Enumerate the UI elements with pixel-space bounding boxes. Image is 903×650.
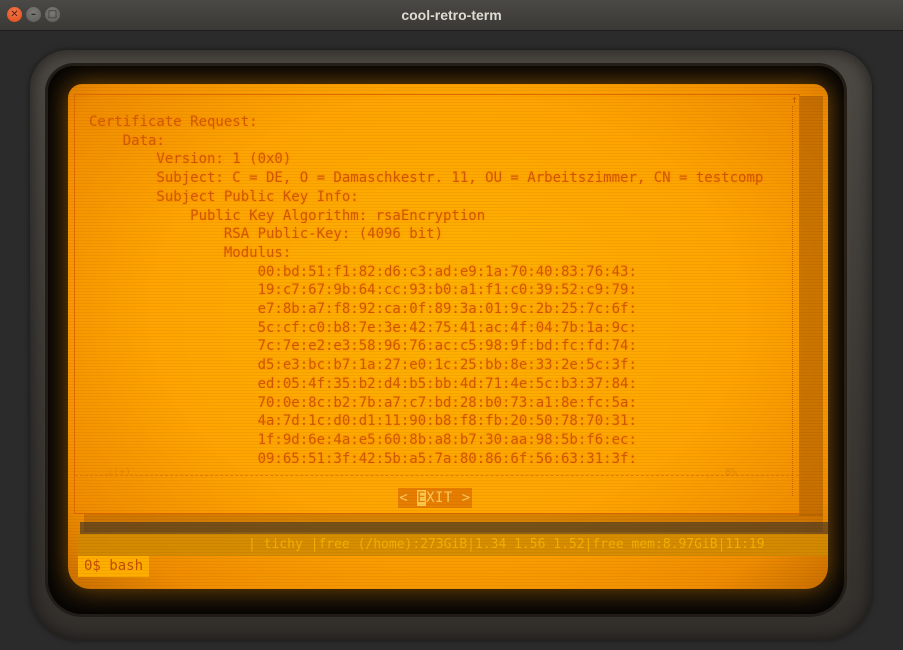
exit-prefix: < — [399, 490, 418, 506]
certificate-line: Certificate Request: — [89, 114, 258, 130]
certificate-line: 70:0e:8c:b2:7b:a7:c7:bd:28:b0:73:a1:8e:f… — [89, 394, 637, 411]
certificate-line: e7:8b:a7:f8:92:ca:0f:89:3a:01:9c:2b:25:7… — [89, 301, 637, 318]
certificate-text[interactable]: Certificate Request: Data: Version: 1 (0… — [89, 113, 794, 473]
window-title: cool-retro-term — [401, 7, 502, 23]
tmux-status-text: | tichy |free (/home):273GiB|1.34 1.56 1… — [248, 537, 765, 552]
certificate-line: d5:e3:bc:b7:1a:27:e0:1c:25:bb:8e:33:2e:5… — [89, 357, 637, 374]
certificate-line: 09:65:51:3f:42:5b:a5:7a:80:86:6f:56:63:3… — [89, 450, 637, 467]
terminal-dark-band — [80, 522, 828, 534]
text-cursor: E — [417, 490, 427, 506]
certificate-line: Version: 1 (0x0) — [89, 151, 292, 168]
certificate-line: 7c:7e:e2:e3:58:96:76:ac:c5:98:9f:bd:fc:f… — [89, 338, 637, 355]
certificate-line: ed:05:4f:35:b2:d4:b5:bb:4d:71:4e:5c:b3:3… — [89, 375, 637, 392]
certificate-line: 00:bd:51:f1:82:d6:c3:ad:e9:1a:70:40:83:7… — [89, 263, 637, 280]
dialog-shadow-right — [799, 96, 823, 516]
certificate-line: 1f:9d:6e:4a:e5:60:8b:a8:b7:30:aa:98:5b:f… — [89, 431, 637, 448]
certificate-dialog: Certificate Request: Data: Version: 1 (0… — [74, 94, 800, 514]
certificate-line: 19:c7:67:9b:64:cc:93:b0:a1:f1:c0:39:52:c… — [89, 282, 637, 299]
terminal-screen[interactable]: Certificate Request: Data: Version: 1 (0… — [68, 84, 828, 589]
tmux-window-tab[interactable]: 0$ bash — [78, 556, 150, 577]
certificate-line: 4a:7d:1c:d0:d1:11:90:b8:f8:fb:20:50:78:7… — [89, 413, 637, 430]
certificate-line: Subject: C = DE, O = Damaschkestr. 11, O… — [89, 170, 764, 187]
window-titlebar[interactable]: ✕ – □ cool-retro-term — [0, 0, 903, 31]
dialog-separator — [75, 475, 799, 477]
dialog-scrollbar[interactable] — [792, 106, 799, 496]
scroll-up-indicator: ↑ — [791, 93, 798, 106]
certificate-line: RSA Public-Key: (4096 bit) — [89, 226, 444, 243]
exit-label: XIT > — [426, 490, 471, 506]
exit-button[interactable]: < EXIT > — [398, 488, 472, 508]
certificate-line: 5c:cf:c0:b8:7e:3e:42:75:41:ac:4f:04:7b:1… — [89, 319, 637, 336]
scroll-percent: 8% — [725, 467, 738, 478]
scroll-indicator-left: ↓(+) — [107, 467, 132, 478]
certificate-line: Modulus: — [89, 244, 292, 261]
certificate-line: Public Key Algorithm: rsaEncryption — [89, 207, 486, 224]
certificate-line: Data: — [89, 132, 165, 149]
certificate-line: Subject Public Key Info: — [89, 188, 359, 205]
